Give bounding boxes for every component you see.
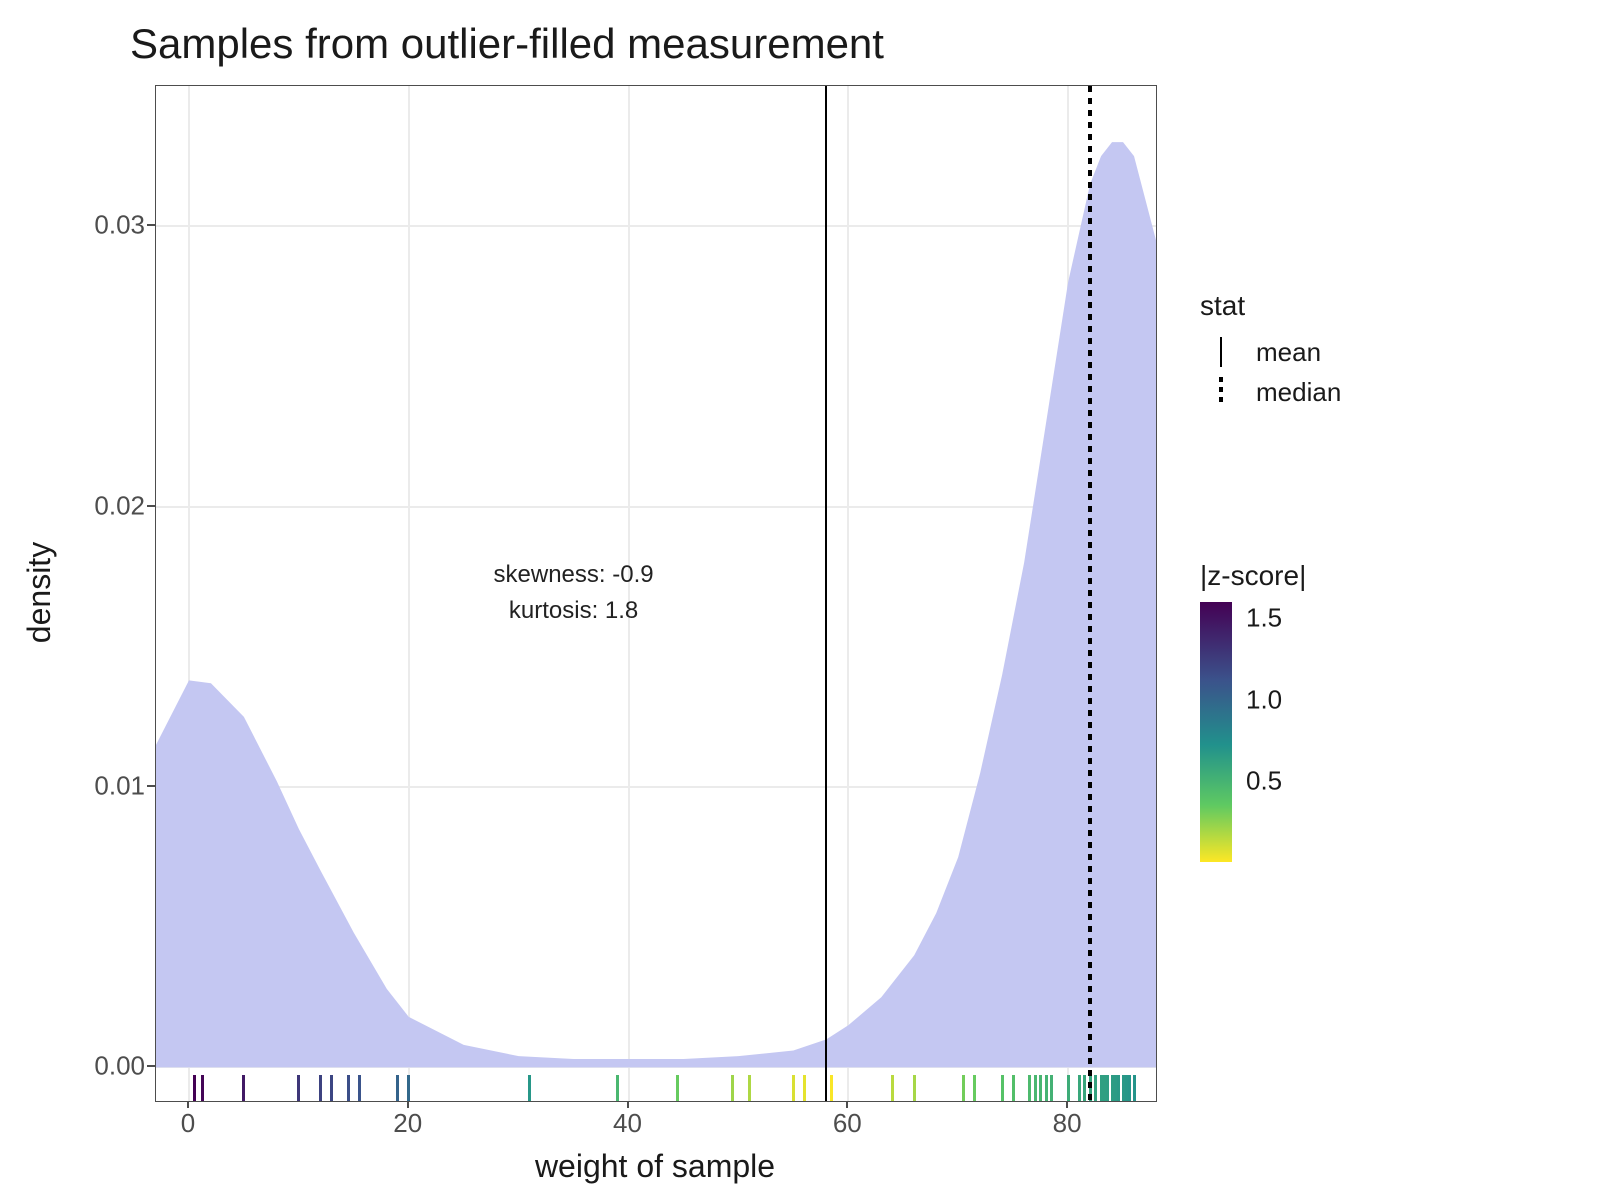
x-tick-label: 20 [393,1108,422,1139]
x-tick-label: 40 [613,1108,642,1139]
rug-tick [347,1075,350,1102]
rug-tick [830,1075,833,1102]
rug-tick [616,1075,619,1102]
x-tick-label: 0 [181,1108,195,1139]
rug-tick [297,1075,300,1102]
colorbar-tick-label: 0.5 [1246,765,1282,796]
rug-tick [1106,1075,1109,1102]
rug-tick [1078,1075,1081,1102]
stats-annotation: skewness: -0.9kurtosis: 1.8 [474,557,674,629]
legend-stat-entry: median [1200,372,1341,412]
rug-tick [528,1075,531,1102]
rug-tick [1117,1075,1120,1102]
rug-tick [201,1075,204,1102]
legend-stat-entry: mean [1200,332,1341,372]
chart-root: Samples from outlier-filled measurement … [0,0,1600,1200]
rug-tick [731,1075,734,1102]
rug-tick [396,1075,399,1102]
legend-stat-title: stat [1200,290,1341,322]
rug-tick [676,1075,679,1102]
legend-stat-label: mean [1256,337,1321,368]
legend-zscore: |z-score| 1.5 1.0 0.5 [1200,560,1306,862]
y-tick-mark [147,505,155,507]
x-tick-label: 80 [1053,1108,1082,1139]
rug-tick [319,1075,322,1102]
y-tick-label: 0.01 [94,770,145,801]
y-tick-label: 0.03 [94,210,145,241]
rug-tick [913,1075,916,1102]
line-solid-icon [1200,337,1242,367]
x-tick-label: 60 [833,1108,862,1139]
rug-tick [748,1075,751,1102]
rug-tick [1083,1075,1086,1102]
y-axis-title-text: density [22,542,59,643]
rug-tick [1128,1075,1131,1102]
rug-tick [1133,1075,1136,1102]
rug-tick [1045,1075,1048,1102]
rug-tick [1094,1075,1097,1102]
rug-tick [973,1075,976,1102]
x-axis-title: weight of sample [155,1148,1155,1185]
y-tick-label: 0.02 [94,490,145,521]
rug-tick [1067,1075,1070,1102]
y-tick-label: 0.00 [94,1051,145,1082]
y-axis-title: density [20,85,60,1100]
plot-panel: skewness: -0.9kurtosis: 1.8 [155,85,1157,1102]
rug-tick [242,1075,245,1102]
rug-strip [156,1075,1156,1102]
y-tick-mark [147,785,155,787]
colorbar-tick-label: 1.0 [1246,684,1282,715]
colorbar-tick-label: 1.5 [1246,603,1282,634]
rug-tick [1034,1075,1037,1102]
legend-stat-label: median [1256,377,1341,408]
rug-tick [962,1075,965,1102]
rug-tick [1028,1075,1031,1102]
legend-stat: stat mean median [1200,290,1341,412]
rug-tick [803,1075,806,1102]
rug-tick [330,1075,333,1102]
rug-tick [193,1075,196,1102]
rug-tick [1001,1075,1004,1102]
rug-tick [358,1075,361,1102]
rug-tick [1039,1075,1042,1102]
rug-tick [1012,1075,1015,1102]
y-tick-mark [147,224,155,226]
rug-tick [1050,1075,1053,1102]
y-tick-mark [147,1065,155,1067]
line-dashed-icon [1200,377,1242,407]
vline-median [1088,86,1092,1101]
colorbar [1200,602,1232,862]
legend-zscore-title: |z-score| [1200,560,1306,592]
rug-tick [792,1075,795,1102]
vline-mean [825,86,827,1101]
chart-title: Samples from outlier-filled measurement [130,20,884,68]
rug-tick [891,1075,894,1102]
rug-tick [407,1075,410,1102]
